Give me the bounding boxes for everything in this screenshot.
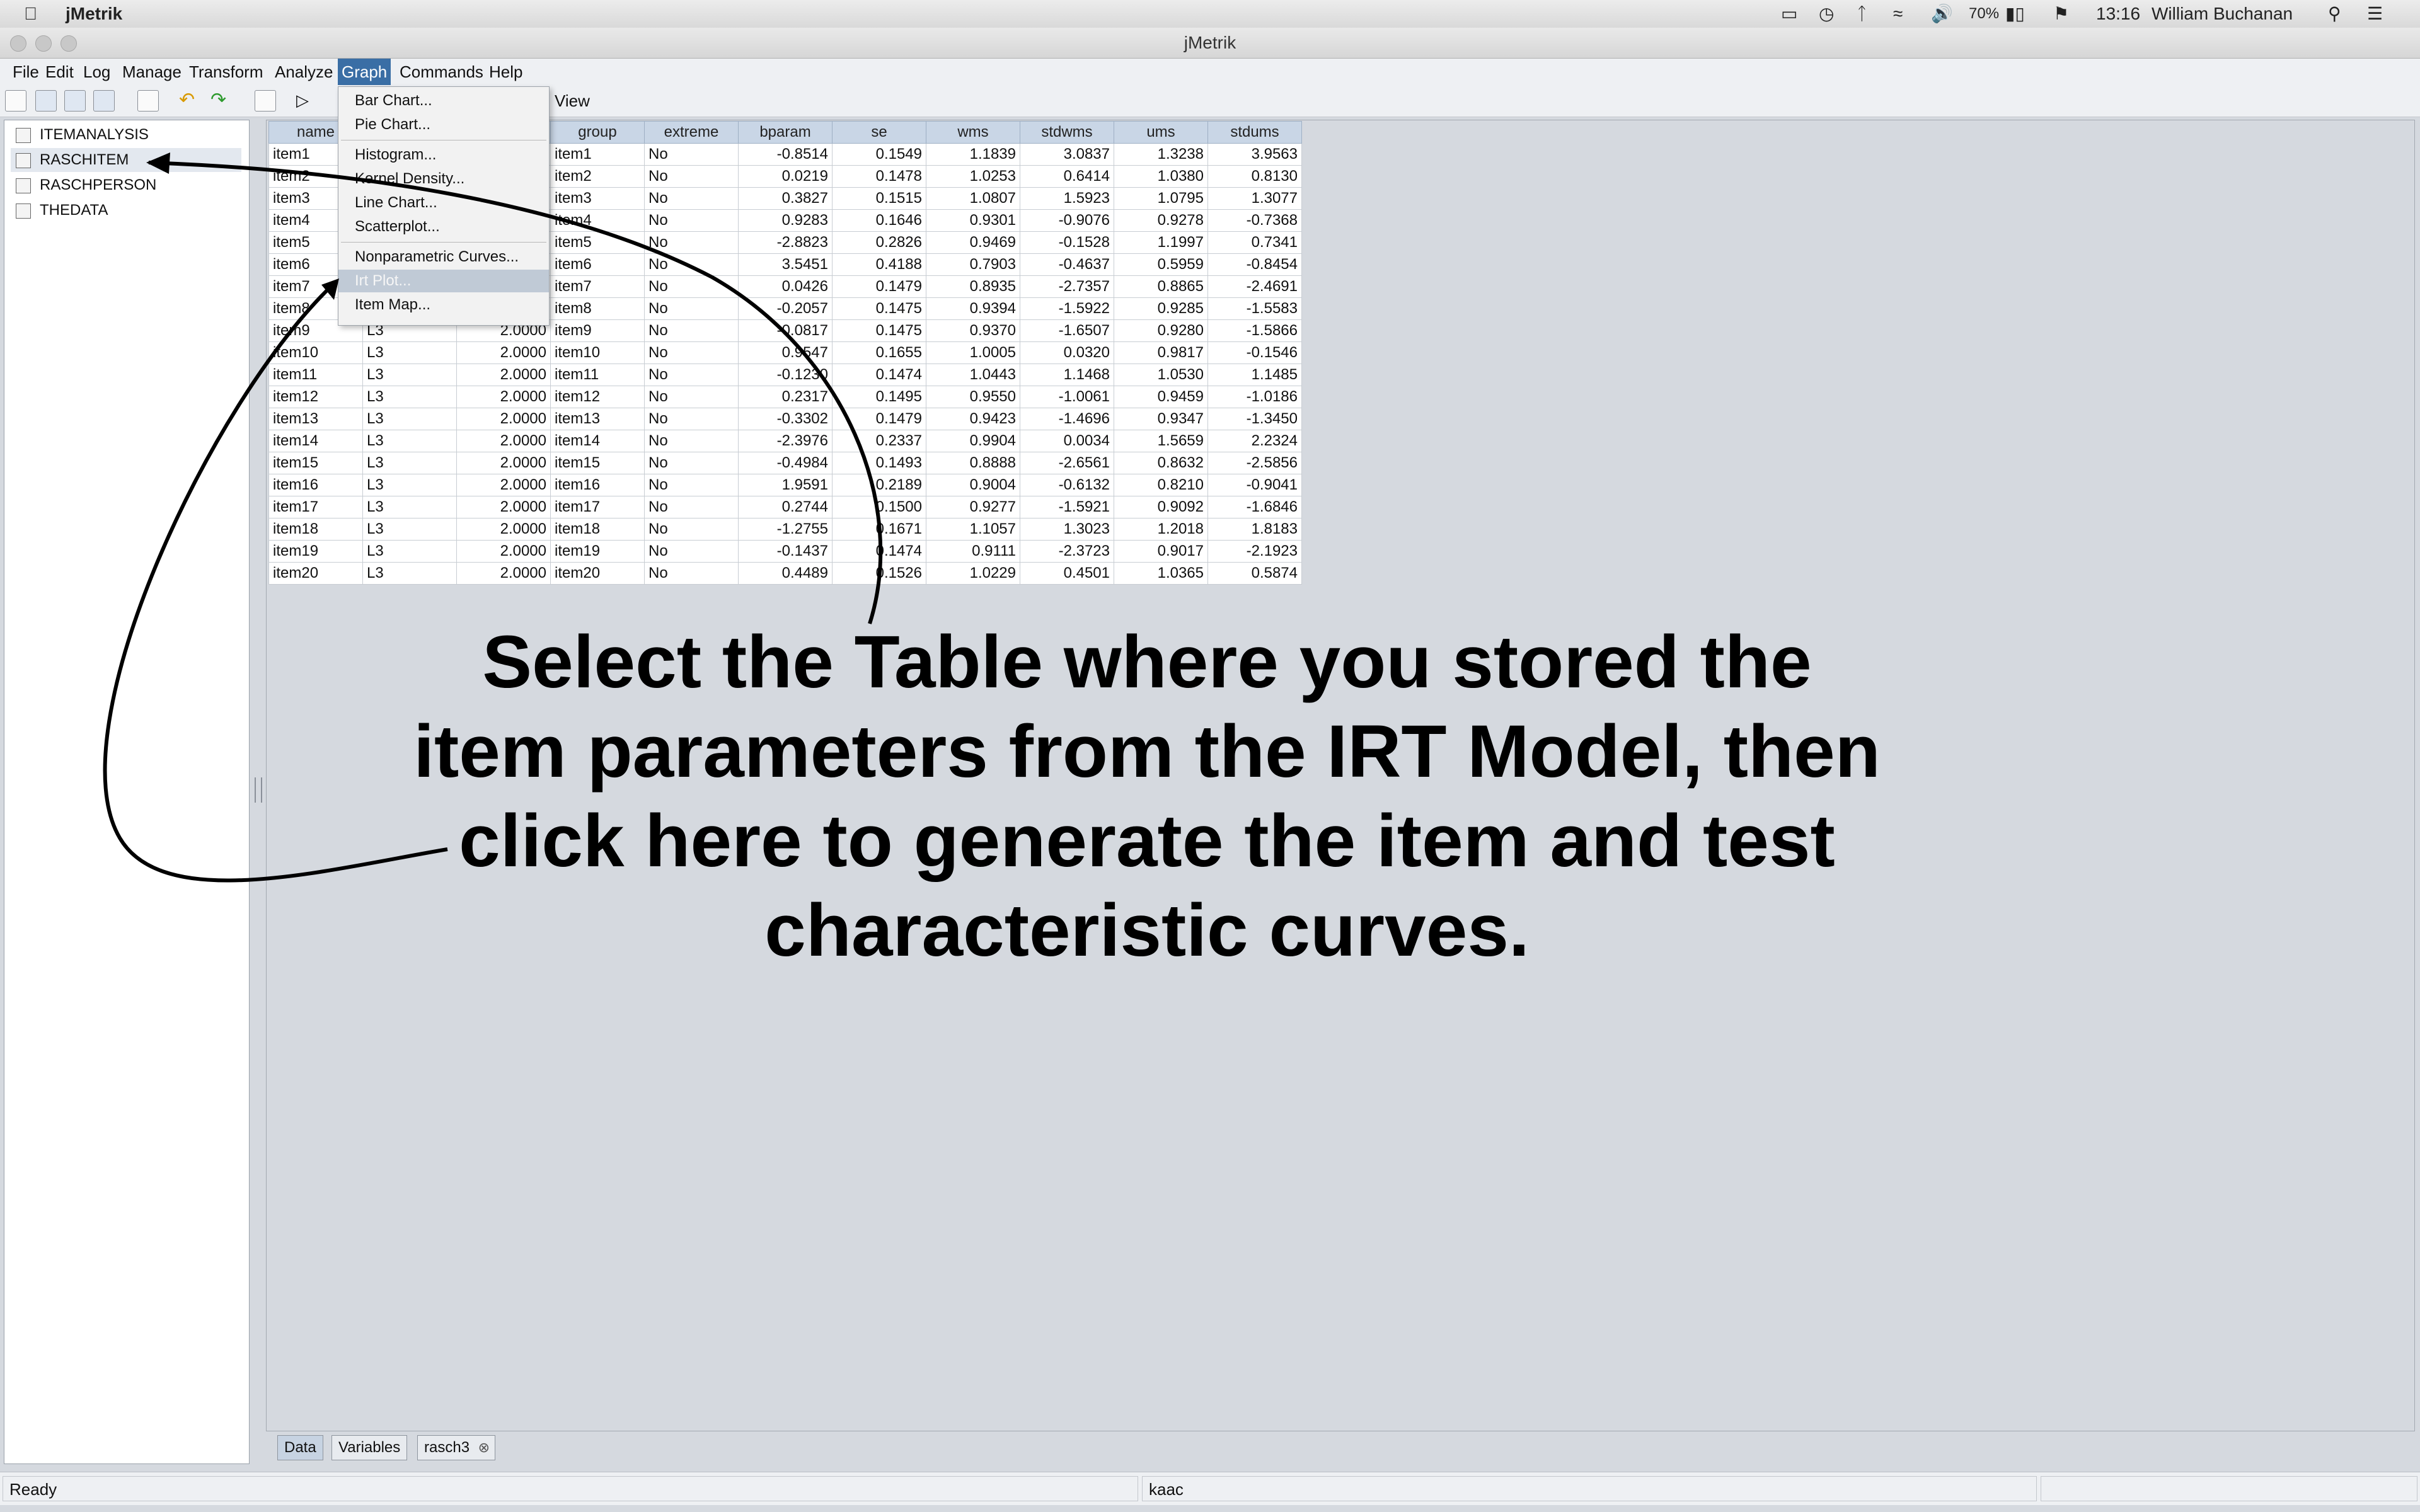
arrowhead-irt-plot	[321, 278, 339, 300]
tab-data[interactable]: Data	[277, 1435, 323, 1460]
status-message: Ready	[3, 1476, 1138, 1501]
annotation-line: item parameters from the IRT Model, then	[413, 710, 1881, 793]
tab-rasch3[interactable]: rasch3 ⊗	[417, 1435, 496, 1460]
status-extra	[2041, 1476, 2417, 1501]
tab-rasch3-label: rasch3	[424, 1439, 470, 1456]
instruction-annotation: Select the Table where you stored the it…	[353, 617, 1941, 975]
annotation-line: click here to generate the item and test	[459, 799, 1835, 883]
annotation-line: characteristic curves.	[764, 889, 1530, 972]
arrowhead-raschitem	[146, 152, 170, 174]
status-workspace: kaac	[1142, 1476, 2037, 1501]
arrow-to-raschitem	[148, 161, 883, 624]
close-tab-icon[interactable]: ⊗	[478, 1436, 490, 1460]
status-bar: Ready kaac	[0, 1472, 2420, 1505]
tab-variables[interactable]: Variables	[331, 1435, 408, 1460]
annotation-line: Select the Table where you stored the	[482, 621, 1812, 704]
